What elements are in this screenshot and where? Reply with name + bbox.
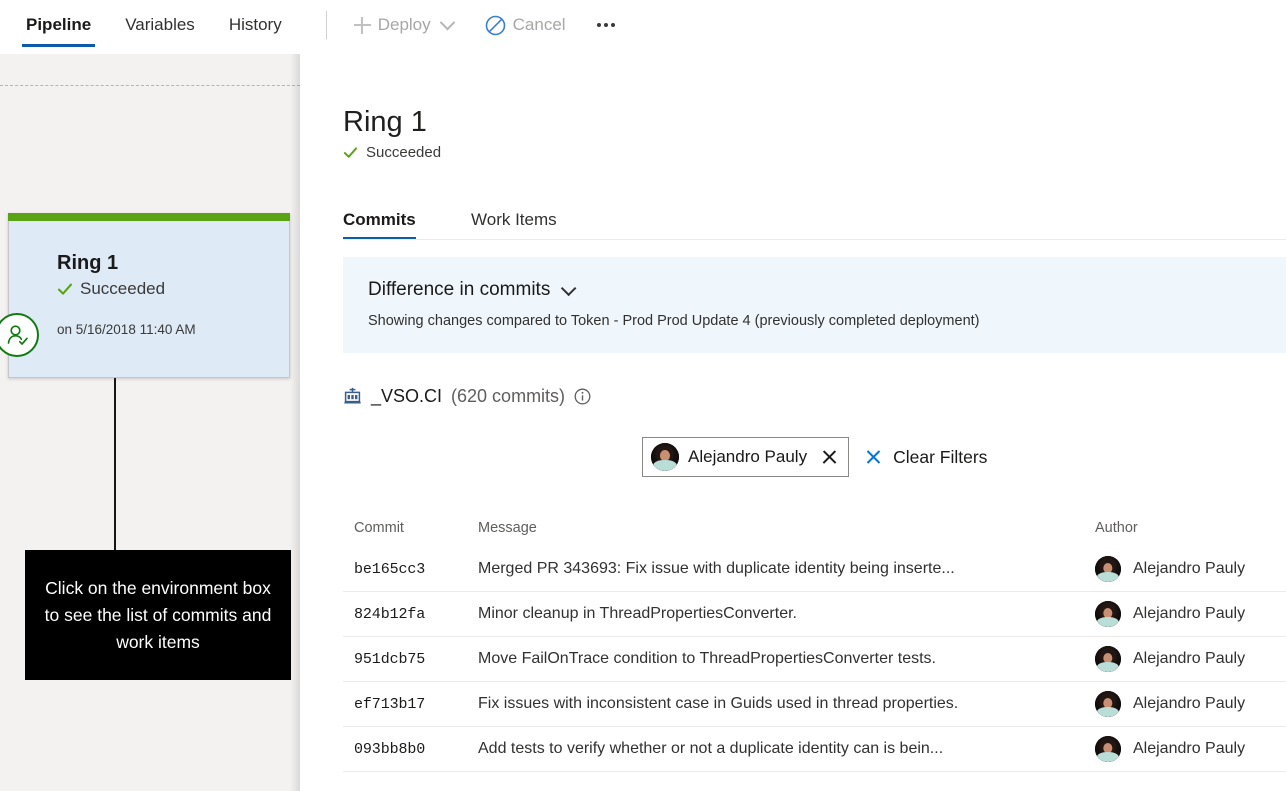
commit-message: Add tests to verify whether or not a dup…	[478, 740, 944, 757]
environment-name: Ring 1	[57, 252, 119, 274]
table-row[interactable]: 951dcb75 Move FailOnTrace condition to T…	[343, 637, 1286, 682]
tab-history-label: History	[228, 15, 282, 34]
commit-author: Alejandro Pauly	[1133, 740, 1246, 757]
table-row[interactable]: 093bb8b0 Add tests to verify whether or …	[343, 727, 1286, 772]
difference-in-commits-subtitle: Showing changes compared to Token - Prod…	[368, 313, 980, 329]
checkmark-icon	[57, 281, 73, 297]
detail-status: Succeeded	[343, 144, 441, 161]
environment-card-status-bar	[8, 213, 290, 221]
column-header-commit: Commit	[354, 520, 404, 536]
avatar	[1095, 736, 1121, 762]
environment-status-label: Succeeded	[80, 279, 166, 298]
environment-timestamp: on 5/16/2018 11:40 AM	[57, 322, 196, 337]
toolbar-divider	[325, 11, 327, 39]
close-icon	[865, 449, 882, 466]
callout-connector-line	[114, 378, 116, 550]
avatar	[1095, 646, 1121, 672]
commit-hash[interactable]: 951dcb75	[354, 651, 425, 668]
cancel-circle-icon	[485, 15, 506, 36]
author-filter-chip[interactable]: Alejandro Pauly	[642, 437, 850, 477]
build-artifact-icon	[343, 387, 362, 406]
tab-variables-label: Variables	[125, 15, 195, 34]
difference-in-commits-title: Difference in commits	[368, 279, 551, 300]
difference-in-commits-banner: Difference in commits Showing changes co…	[343, 257, 1286, 353]
approval-person-icon	[0, 313, 39, 357]
canvas-dashed-divider	[0, 85, 300, 86]
release-pipeline-screen: Pipeline Variables History Deploy Cancel…	[0, 0, 1286, 791]
chevron-down-icon	[561, 280, 577, 296]
tab-pipeline[interactable]: Pipeline	[16, 0, 101, 50]
cancel-button[interactable]: Cancel	[476, 7, 575, 43]
author-filter-chip-label: Alejandro Pauly	[688, 447, 808, 466]
column-header-author: Author	[1095, 520, 1138, 536]
commit-hash[interactable]: 093bb8b0	[354, 741, 425, 758]
environment-status: Succeeded	[57, 279, 279, 299]
tab-work-items-label: Work Items	[471, 209, 557, 229]
checkmark-icon	[343, 145, 359, 161]
commit-message: Merged PR 343693: Fix issue with duplica…	[478, 560, 955, 577]
tab-commits[interactable]: Commits	[343, 200, 416, 239]
ellipsis-dot	[610, 23, 615, 27]
commit-hash[interactable]: ef713b17	[354, 696, 425, 713]
info-icon[interactable]	[574, 388, 591, 405]
page-title: Ring 1	[343, 106, 427, 138]
cancel-button-label: Cancel	[512, 15, 566, 34]
clear-filters-label: Clear Filters	[893, 446, 988, 467]
commit-message: Fix issues with inconsistent case in Gui…	[478, 695, 959, 712]
environment-card-ring-1[interactable]: Ring 1 Succeeded on 5/16/2018 11:40 AM	[0, 213, 290, 378]
tab-work-items[interactable]: Work Items	[471, 200, 557, 239]
command-bar: Pipeline Variables History Deploy Cancel	[0, 0, 1286, 54]
detail-header: Ring 1 Succeeded	[343, 104, 441, 161]
tab-history[interactable]: History	[219, 0, 292, 50]
ellipsis-dot	[603, 23, 608, 27]
commit-hash[interactable]: 824b12fa	[354, 606, 425, 623]
commit-author: Alejandro Pauly	[1133, 605, 1246, 622]
repository-commit-count: (620 commits)	[451, 386, 566, 406]
filter-row: Alejandro Pauly Clear Filters	[642, 437, 987, 477]
detail-tabs: Commits Work Items	[343, 200, 1286, 240]
commit-author: Alejandro Pauly	[1133, 560, 1246, 577]
pipeline-canvas: Ring 1 Succeeded on 5/16/2018 11:40 AM C…	[0, 54, 300, 791]
plus-icon	[353, 16, 371, 34]
tabs-bottom-border	[343, 239, 1286, 240]
commit-message: Move FailOnTrace condition to ThreadProp…	[478, 650, 936, 667]
deploy-button[interactable]: Deploy	[345, 7, 462, 43]
deploy-button-label: Deploy	[377, 15, 431, 34]
commit-author: Alejandro Pauly	[1133, 695, 1246, 712]
commits-table-header: Commit Message Author	[343, 509, 1286, 547]
column-header-message: Message	[478, 520, 537, 536]
canvas-edge-shadow	[290, 54, 300, 791]
instruction-callout: Click on the environment box to see the …	[25, 550, 291, 680]
table-row[interactable]: 824b12fa Minor cleanup in ThreadProperti…	[343, 592, 1286, 637]
table-row[interactable]: ef713b17 Fix issues with inconsistent ca…	[343, 682, 1286, 727]
commit-hash[interactable]: be165cc3	[354, 561, 425, 578]
tab-commits-label: Commits	[343, 209, 416, 229]
close-icon[interactable]	[820, 448, 838, 466]
avatar	[1095, 601, 1121, 627]
commit-message: Minor cleanup in ThreadPropertiesConvert…	[478, 605, 797, 622]
avatar	[1095, 691, 1121, 717]
difference-in-commits-toggle[interactable]: Difference in commits	[368, 279, 1286, 301]
commits-table: Commit Message Author be165cc3 Merged PR…	[343, 509, 1286, 772]
chevron-down-icon	[439, 14, 455, 30]
avatar	[651, 443, 679, 471]
more-actions-button[interactable]	[585, 7, 627, 43]
table-row[interactable]: be165cc3 Merged PR 343693: Fix issue wit…	[343, 547, 1286, 592]
repository-name: _VSO.CI	[371, 386, 443, 406]
environment-detail-pane: Ring 1 Succeeded Commits Work Items Diff…	[300, 54, 1286, 791]
tab-pipeline-label: Pipeline	[26, 15, 92, 34]
ellipsis-dot	[596, 23, 601, 27]
avatar	[1095, 556, 1121, 582]
tab-variables[interactable]: Variables	[115, 0, 205, 50]
clear-filters-button[interactable]: Clear Filters	[865, 447, 987, 468]
detail-status-label: Succeeded	[366, 144, 442, 161]
instruction-callout-text: Click on the environment box to see the …	[44, 577, 272, 652]
repository-row: _VSO.CI (620 commits)	[343, 386, 591, 407]
commit-author: Alejandro Pauly	[1133, 650, 1246, 667]
